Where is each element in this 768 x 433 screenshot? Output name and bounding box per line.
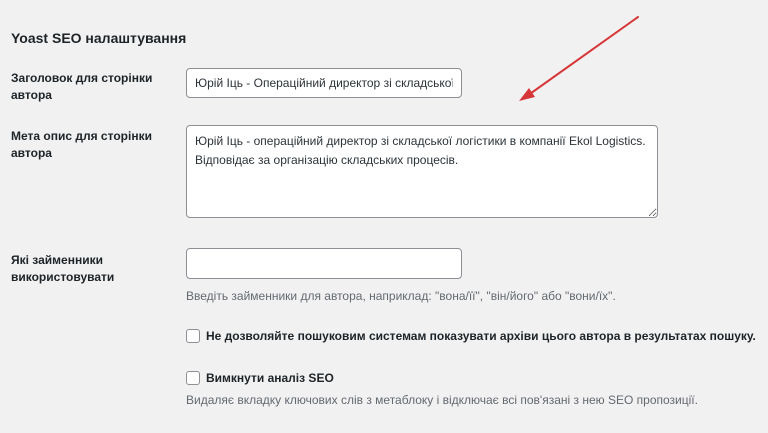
author-meta-textarea[interactable]: Юрій Іць - операційний директор зі склад… (186, 125, 658, 218)
pronouns-label: Які займенники використовувати (11, 253, 115, 284)
disable-seo-description: Видаляє вкладку ключових слів з метаблок… (186, 393, 698, 407)
disable-seo-option[interactable]: Вимкнути аналіз SEO (186, 371, 334, 385)
noindex-option[interactable]: Не дозволяйте пошуковим системам показув… (186, 329, 756, 343)
author-title-input[interactable] (186, 68, 462, 98)
disable-seo-checkbox[interactable] (186, 371, 200, 385)
disable-seo-label[interactable]: Вимкнути аналіз SEO (206, 371, 334, 385)
noindex-checkbox[interactable] (186, 329, 200, 343)
author-meta-label: Мета опис для сторінки автора (11, 129, 152, 160)
pronouns-description: Введіть займенники для автора, наприклад… (186, 289, 616, 303)
pronouns-input[interactable] (186, 248, 462, 279)
section-title: Yoast SEO налаштування (11, 30, 187, 46)
author-title-label: Заголовок для сторінки автора (11, 71, 153, 102)
noindex-label[interactable]: Не дозволяйте пошуковим системам показув… (206, 329, 756, 343)
